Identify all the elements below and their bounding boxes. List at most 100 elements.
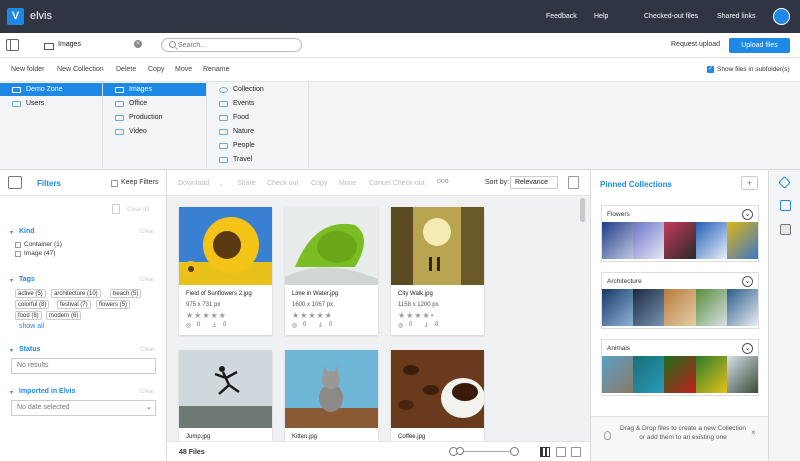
grid-scrollbar[interactable] bbox=[580, 198, 585, 222]
imported-clear-button[interactable]: Clear bbox=[140, 389, 154, 395]
keep-filters-checkbox[interactable] bbox=[111, 180, 118, 187]
file-name[interactable]: Lime in Water.jpg bbox=[292, 291, 338, 297]
cancel-check-out-button[interactable]: Cancel Check-out bbox=[369, 180, 425, 187]
rating-stars[interactable]: ★★★★★ bbox=[292, 311, 333, 320]
status-field[interactable]: No results bbox=[11, 358, 156, 374]
new-collection-button[interactable]: New Collection bbox=[57, 66, 104, 73]
layers-icon[interactable] bbox=[780, 224, 791, 235]
new-folder-button[interactable]: New folder bbox=[11, 66, 44, 73]
move-button[interactable]: Move bbox=[175, 66, 192, 73]
folder-item-production[interactable]: Production bbox=[103, 111, 206, 124]
add-pinned-collection-button[interactable]: + bbox=[741, 176, 758, 190]
tag-icon[interactable] bbox=[778, 176, 791, 189]
folder-item-travel[interactable]: Travel bbox=[207, 153, 308, 166]
download-button[interactable]: Download bbox=[178, 180, 209, 187]
folder-item-nature[interactable]: Nature bbox=[207, 125, 308, 138]
folder-item-office[interactable]: Office bbox=[103, 97, 206, 110]
kind-collapse-icon[interactable]: ▾ bbox=[10, 229, 13, 236]
folder-item-images[interactable]: Images bbox=[103, 83, 206, 96]
zoom-in-icon[interactable] bbox=[510, 447, 519, 456]
pinned-collection-architecture[interactable]: Architecture ⌄ bbox=[601, 272, 759, 329]
help-link[interactable]: Help bbox=[594, 13, 608, 20]
imported-section-title[interactable]: Imported in Elvis bbox=[19, 388, 75, 395]
folder-item-video[interactable]: Video bbox=[103, 125, 206, 138]
file-name[interactable]: Coffee.jpg bbox=[398, 434, 425, 440]
file-name[interactable]: City Walk.jpg bbox=[398, 291, 433, 297]
chevron-down-icon[interactable]: ⌄ bbox=[742, 343, 753, 354]
folder-item-collection[interactable]: Collection bbox=[207, 83, 308, 96]
tags-section-title[interactable]: Tags bbox=[19, 276, 35, 283]
check-out-button[interactable]: Check out bbox=[267, 180, 299, 187]
sort-select[interactable]: Relevance bbox=[510, 176, 558, 189]
rating-stars[interactable]: ★★★★★ bbox=[186, 311, 227, 320]
kind-clear-button[interactable]: Clear bbox=[140, 229, 154, 235]
file-card[interactable]: Jump.jpg bbox=[179, 350, 272, 441]
folder-item-users[interactable]: Users bbox=[0, 97, 102, 110]
tags-clear-button[interactable]: Clear bbox=[140, 277, 154, 283]
status-collapse-icon[interactable]: ▾ bbox=[10, 347, 13, 354]
sort-order-icon[interactable] bbox=[568, 176, 579, 189]
chevron-down-icon[interactable]: ⌄ bbox=[218, 180, 224, 188]
tag-chip[interactable]: colorful (8) bbox=[15, 300, 50, 309]
shared-links-link[interactable]: Shared links bbox=[717, 13, 756, 20]
imported-date-select[interactable]: No date selected bbox=[11, 400, 156, 416]
grid-view-icon[interactable] bbox=[540, 447, 550, 457]
copy-file-button[interactable]: Copy bbox=[311, 180, 327, 187]
close-icon[interactable]: × bbox=[751, 428, 756, 437]
file-name[interactable]: Jump.jpg bbox=[186, 434, 210, 440]
kind-container-checkbox[interactable] bbox=[15, 242, 21, 248]
tag-chip[interactable]: active (5) bbox=[15, 289, 46, 298]
filter-settings-icon[interactable] bbox=[8, 176, 22, 189]
tag-chip[interactable]: modern (6) bbox=[46, 311, 82, 320]
tag-chip[interactable]: festival (7) bbox=[57, 300, 91, 309]
folder-item-people[interactable]: People bbox=[207, 139, 308, 152]
file-card[interactable]: Lime in Water.jpg 1600 x 1067 px ★★★★★ ◎… bbox=[285, 207, 378, 335]
zoom-slider[interactable] bbox=[460, 451, 510, 452]
tag-chip[interactable]: architecture (10) bbox=[51, 289, 101, 298]
avatar[interactable] bbox=[773, 8, 790, 25]
folder-item-demo-zone[interactable]: Demo Zone bbox=[0, 83, 102, 96]
upload-files-button[interactable]: Upload files bbox=[729, 38, 790, 53]
status-clear-button[interactable]: Clear bbox=[140, 347, 154, 353]
clear-all-button[interactable]: Clear all bbox=[127, 207, 149, 213]
share-button[interactable]: Share bbox=[237, 180, 256, 187]
file-card[interactable]: City Walk.jpg 1158 x 1200 px ★★★★• ◎ 0 ⤓… bbox=[391, 207, 484, 335]
pinned-collection-flowers[interactable]: Flowers ⌄ bbox=[601, 205, 759, 262]
folder-item-events[interactable]: Events bbox=[207, 97, 308, 110]
show-subfolders-checkbox[interactable]: ✓ bbox=[707, 66, 714, 73]
rating-stars[interactable]: ★★★★• bbox=[398, 311, 435, 320]
search-input[interactable] bbox=[178, 40, 296, 50]
folder-item-food[interactable]: Food bbox=[207, 111, 308, 124]
collection-panel-icon[interactable] bbox=[780, 200, 791, 211]
tag-chip[interactable]: food (8) bbox=[15, 311, 42, 320]
pinned-collection-animals[interactable]: Animals ⌄ bbox=[601, 339, 759, 396]
move-file-button[interactable]: Move bbox=[339, 180, 356, 187]
kind-section-title[interactable]: Kind bbox=[19, 228, 35, 235]
rename-button[interactable]: Rename bbox=[203, 66, 229, 73]
file-card[interactable]: Field of Sunflowers 2.jpg 975 x 731 px ★… bbox=[179, 207, 272, 335]
search-box[interactable] bbox=[161, 38, 302, 52]
delete-button[interactable]: Delete bbox=[116, 66, 136, 73]
file-name[interactable]: Field of Sunflowers 2.jpg bbox=[186, 291, 252, 297]
tags-collapse-icon[interactable]: ▾ bbox=[10, 277, 13, 284]
file-name[interactable]: Kitten.jpg bbox=[292, 434, 317, 440]
feedback-link[interactable]: Feedback bbox=[546, 13, 577, 20]
show-all-tags-link[interactable]: show all bbox=[19, 323, 44, 330]
checked-out-files-link[interactable]: Checked-out files bbox=[644, 13, 698, 20]
list-view-icon[interactable] bbox=[556, 447, 566, 457]
chevron-down-icon[interactable]: ⌄ bbox=[742, 276, 753, 287]
detail-view-icon[interactable] bbox=[571, 447, 581, 457]
kind-image-checkbox[interactable] bbox=[15, 251, 21, 257]
more-options-icon[interactable]: ooo bbox=[437, 178, 449, 185]
clear-location-icon[interactable]: × bbox=[134, 40, 142, 48]
request-upload-link[interactable]: Request upload bbox=[671, 41, 720, 48]
imported-collapse-icon[interactable]: ▾ bbox=[10, 389, 13, 396]
file-card[interactable]: Coffee.jpg bbox=[391, 350, 484, 441]
copy-button[interactable]: Copy bbox=[148, 66, 164, 73]
status-section-title[interactable]: Status bbox=[19, 346, 40, 353]
tag-chip[interactable]: flowers (5) bbox=[96, 300, 131, 309]
tag-chip[interactable]: beach (5) bbox=[110, 289, 142, 298]
zoom-slider-handle[interactable] bbox=[456, 447, 464, 455]
file-card[interactable]: Kitten.jpg bbox=[285, 350, 378, 441]
chevron-down-icon[interactable]: ⌄ bbox=[742, 209, 753, 220]
